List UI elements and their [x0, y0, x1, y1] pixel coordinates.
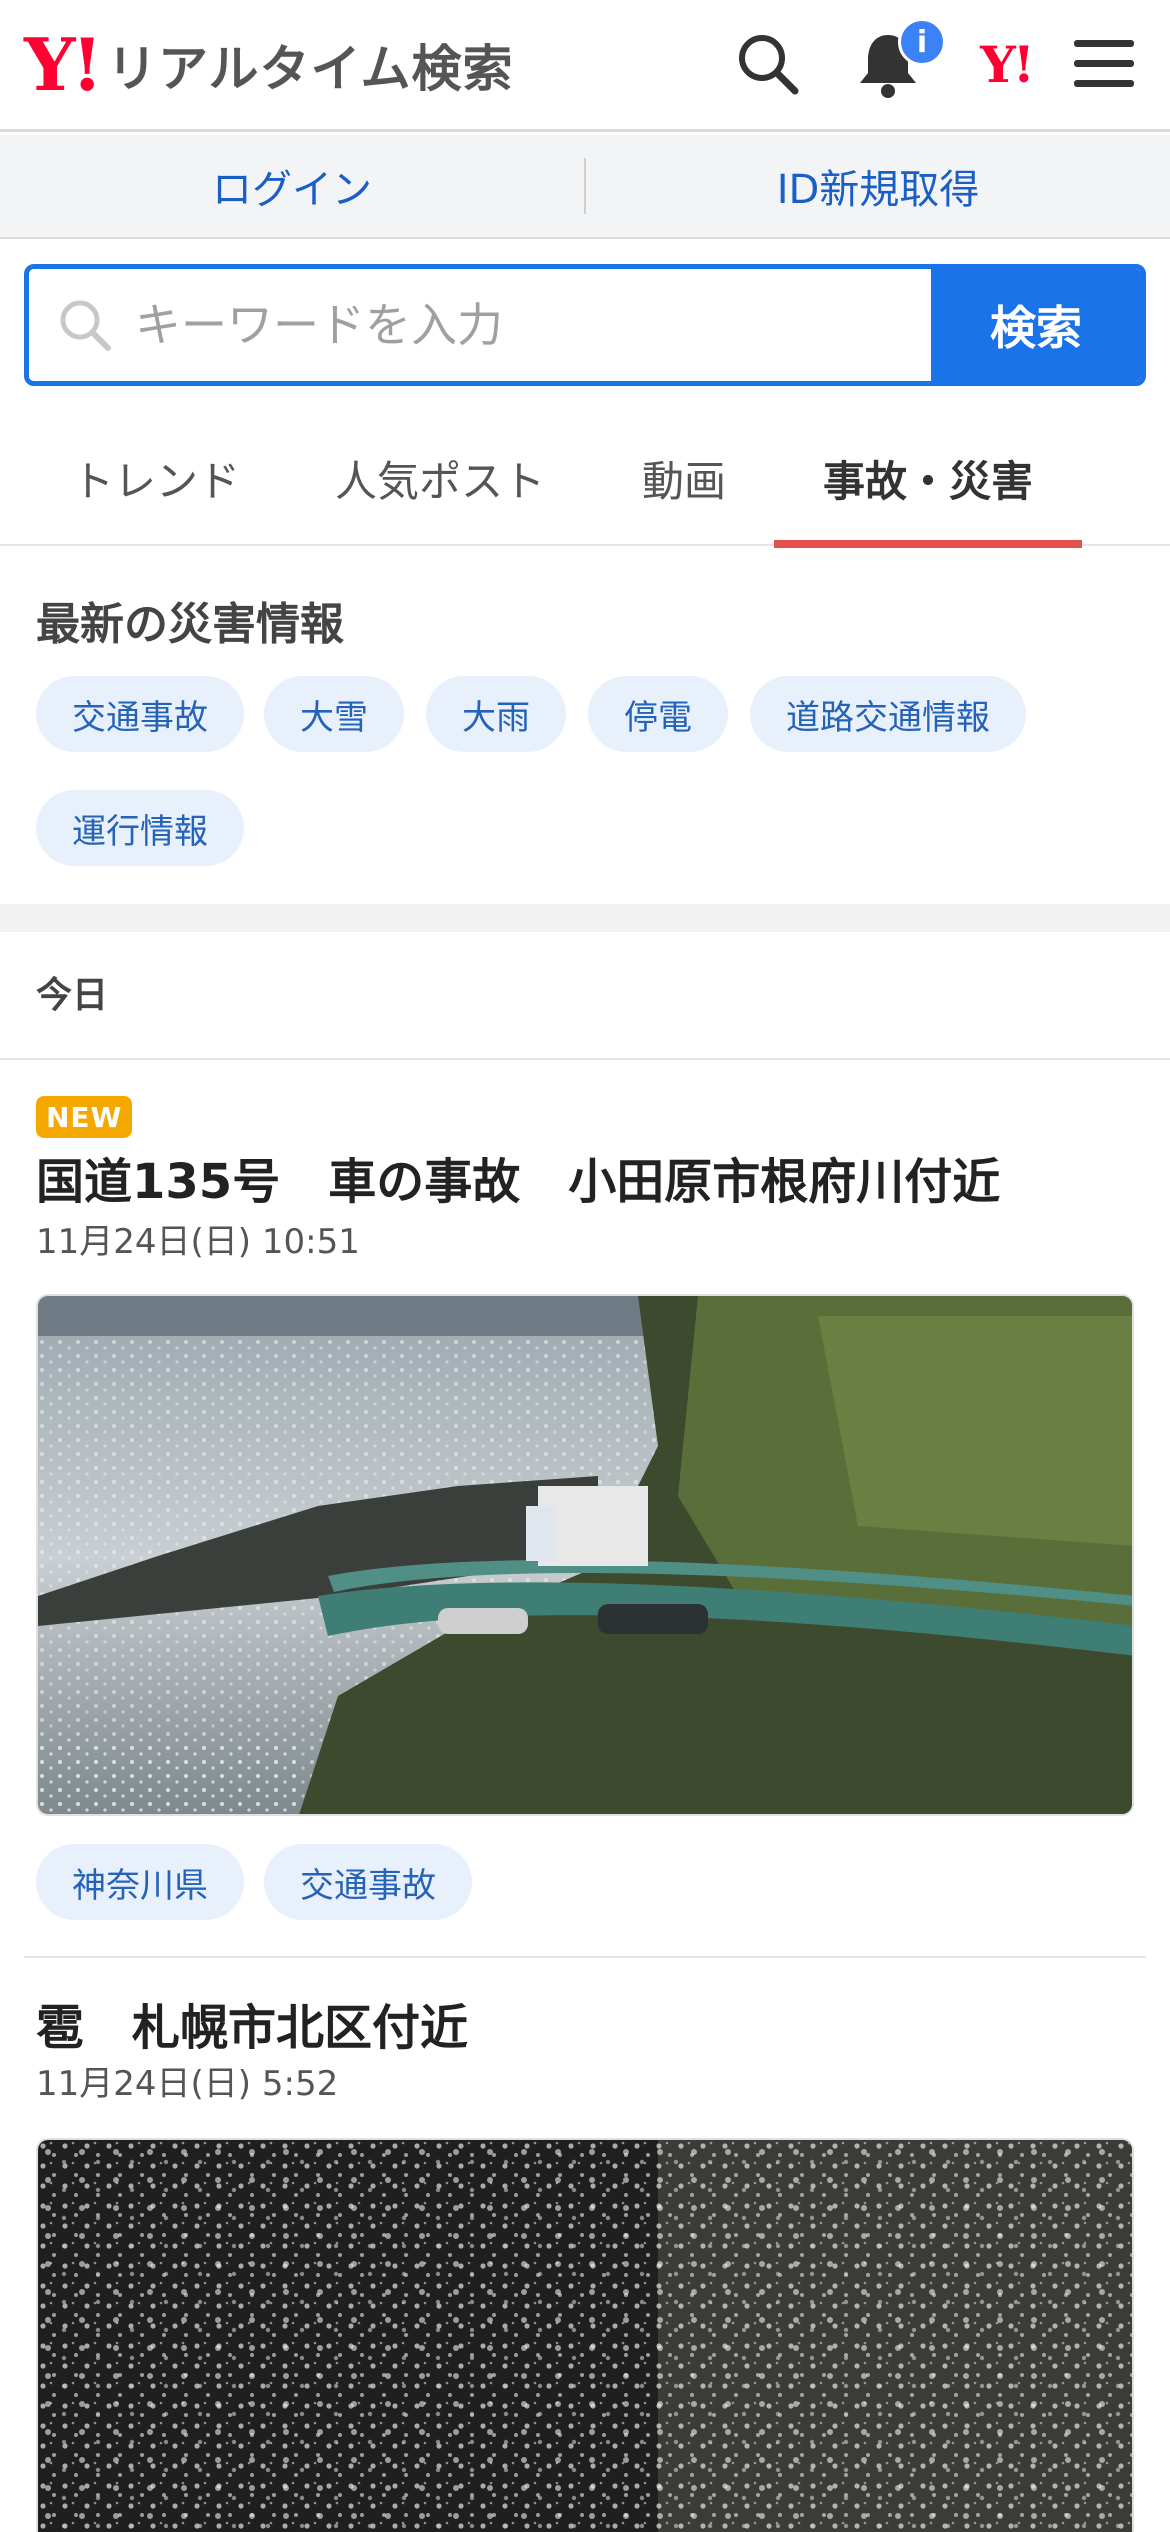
search-button[interactable]: 検索: [931, 269, 1141, 381]
tab-trend[interactable]: トレンド: [36, 410, 276, 546]
post-image-coastal-road[interactable]: [36, 1294, 1134, 1816]
search-field-icon: [60, 300, 111, 351]
tab-label: 動画: [641, 456, 726, 506]
post-title[interactable]: 雹 札幌市北区付近: [36, 1988, 468, 2058]
post-title[interactable]: 国道135号 車の事故 小田原市根府川付近: [36, 1142, 1000, 1212]
divider: [0, 1058, 1170, 1060]
category-tabs: トレンド 人気ポスト 動画 事故・災害: [0, 410, 1170, 548]
yj-mark: Y!: [980, 34, 1035, 94]
tab-accidents-disasters[interactable]: 事故・災害: [774, 410, 1082, 548]
login-link[interactable]: ログイン: [0, 157, 584, 215]
search-field[interactable]: [29, 269, 931, 381]
new-badge: NEW: [36, 1096, 133, 1138]
section-separator: [0, 904, 1170, 932]
chip-traffic-accident[interactable]: 交通事故: [36, 676, 244, 752]
tab-label: 人気ポスト: [334, 456, 545, 506]
post-separator: [24, 1956, 1146, 1958]
tab-popular-posts[interactable]: 人気ポスト: [320, 410, 560, 546]
logo-mark: Y!: [24, 22, 103, 107]
search-input[interactable]: [135, 298, 835, 352]
tab-label: 事故・災害: [822, 456, 1033, 506]
yahoo-japan-icon[interactable]: Y!: [966, 24, 1046, 104]
search-icon[interactable]: [728, 24, 808, 104]
search-bar: 検索: [24, 264, 1146, 386]
post-time: 11月24日(日) 10:51: [36, 1222, 360, 1262]
logo-text: リアルタイム検索: [107, 40, 514, 98]
chip-heavy-snow[interactable]: 大雪: [264, 676, 404, 752]
signup-link[interactable]: ID新規取得: [586, 157, 1170, 215]
notification-badge: i: [898, 18, 946, 66]
tab-video[interactable]: 動画: [606, 410, 762, 546]
post-image-hail[interactable]: [36, 2138, 1134, 2532]
active-tab-indicator: [774, 540, 1082, 548]
post-time: 11月24日(日) 5:52: [36, 2064, 339, 2104]
yahoo-realtime-logo[interactable]: Y! リアルタイム検索: [24, 22, 514, 107]
chip-service-info[interactable]: 運行情報: [36, 790, 244, 866]
hamburger-menu-icon[interactable]: [1064, 24, 1144, 104]
tab-label: トレンド: [71, 456, 240, 506]
chip-power-outage[interactable]: 停電: [588, 676, 728, 752]
tag-traffic-accident[interactable]: 交通事故: [264, 1844, 472, 1920]
tag-kanagawa[interactable]: 神奈川県: [36, 1844, 244, 1920]
notification-bell-icon[interactable]: i: [848, 18, 946, 104]
chip-road-traffic[interactable]: 道路交通情報: [750, 676, 1026, 752]
chip-heavy-rain[interactable]: 大雨: [426, 676, 566, 752]
app-header: Y! リアルタイム検索 i Y!: [0, 0, 1170, 132]
date-group-label: 今日: [36, 975, 109, 1016]
disaster-section-title: 最新の災害情報: [36, 599, 344, 650]
auth-bar: ログイン ID新規取得: [0, 135, 1170, 239]
